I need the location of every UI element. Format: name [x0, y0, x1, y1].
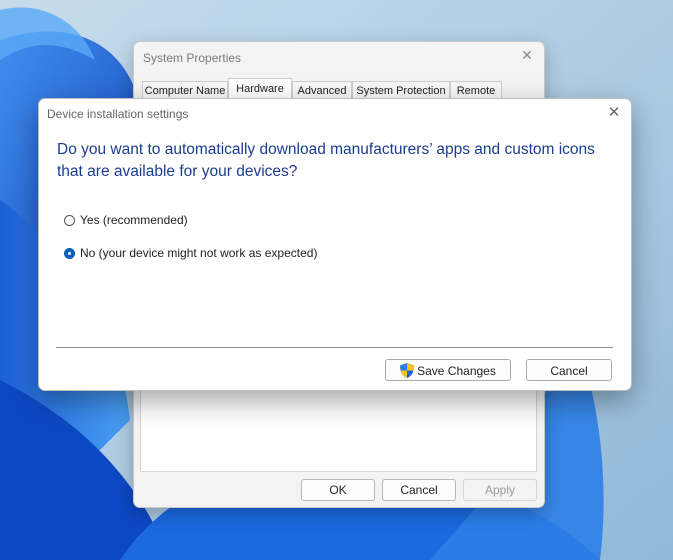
uac-shield-icon [400, 362, 415, 378]
option-yes[interactable]: Yes (recommended) [64, 212, 188, 228]
close-icon[interactable]: ✕ [605, 104, 623, 122]
cancel-button[interactable]: Cancel [382, 479, 456, 501]
radio-yes[interactable] [64, 214, 75, 226]
close-icon[interactable]: ✕ [519, 47, 535, 63]
device-installation-dialog: Device installation settings ✕ Do you wa… [38, 98, 632, 391]
option-no-label[interactable]: No (your device might not work as expect… [80, 246, 317, 260]
ok-button[interactable]: OK [301, 479, 375, 501]
save-changes-button[interactable]: Save Changes [385, 359, 511, 381]
option-no[interactable]: No (your device might not work as expect… [64, 245, 317, 261]
dialog-title: Device installation settings [47, 107, 189, 121]
window-title: System Properties [143, 51, 242, 65]
save-changes-label: Save Changes [417, 364, 496, 378]
option-yes-label[interactable]: Yes (recommended) [80, 213, 188, 227]
radio-no[interactable] [64, 247, 75, 259]
divider [56, 347, 613, 348]
apply-button[interactable]: Apply [463, 479, 537, 501]
cancel-button[interactable]: Cancel [526, 359, 612, 381]
dialog-question: Do you want to automatically download ma… [57, 141, 595, 180]
